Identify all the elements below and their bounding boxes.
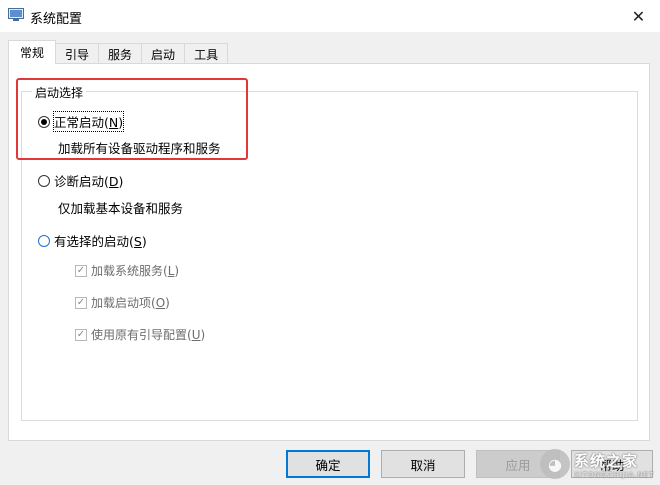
checkmark-icon: ✓ [75, 264, 87, 277]
radio-unselected-icon [38, 174, 50, 187]
normal-startup-description: 加载所有设备驱动程序和服务 [58, 141, 221, 156]
diagnostic-startup-description: 仅加载基本设备和服务 [58, 201, 184, 216]
load-system-services-label: 加载系统服务(L) [91, 264, 180, 278]
close-icon: ✕ [631, 6, 646, 26]
system-config-app-icon [8, 8, 24, 21]
tab-general[interactable]: 常规 [8, 40, 57, 64]
group-legend: 启动选择 [32, 84, 87, 101]
startup-selection-group: 启动选择 正常启动(N) 加载所有设备驱动程序和服务 诊断启动(D) 仅加载基本… [21, 84, 638, 421]
normal-startup-label: 正常启动(N) [52, 111, 125, 132]
tab-services[interactable]: 服务 [98, 43, 143, 64]
radio-selected-icon [38, 115, 50, 128]
general-tab-panel: 启动选择 正常启动(N) 加载所有设备驱动程序和服务 诊断启动(D) 仅加载基本… [8, 63, 650, 441]
diagnostic-startup-radio[interactable]: 诊断启动(D) [38, 171, 123, 190]
selective-startup-radio[interactable]: 有选择的启动(S) [38, 231, 147, 250]
dialog-client-area: 常规 引导 服务 启动 工具 启动选择 正常启动(N) 加载所有设备驱动程序和服… [0, 32, 660, 485]
use-original-boot-config-label: 使用原有引导配置(U) [91, 328, 206, 342]
load-startup-items-label: 加载启动项(O) [91, 296, 170, 310]
apply-button[interactable]: 应用 [476, 450, 560, 478]
diagnostic-startup-label: 诊断启动(D) [54, 174, 124, 189]
load-system-services-checkbox[interactable]: ✓ 加载系统服务(L) [75, 262, 179, 279]
tab-strip: 常规 引导 服务 启动 工具 [8, 40, 229, 64]
title-bar: 系统配置 ✕ [0, 0, 660, 32]
ok-button[interactable]: 确定 [286, 450, 370, 478]
radio-unselected-icon [38, 234, 50, 247]
cancel-button[interactable]: 取消 [381, 450, 465, 478]
load-startup-items-checkbox[interactable]: ✓ 加载启动项(O) [75, 294, 170, 311]
window-title: 系统配置 [30, 12, 83, 27]
help-button[interactable]: 帮助 [571, 450, 653, 478]
close-button[interactable]: ✕ [617, 0, 660, 32]
checkmark-icon: ✓ [75, 328, 87, 341]
checkmark-icon: ✓ [75, 296, 87, 309]
tab-tools[interactable]: 工具 [184, 43, 229, 64]
tab-startup[interactable]: 启动 [141, 43, 186, 64]
selective-startup-label: 有选择的启动(S) [54, 234, 147, 249]
normal-startup-radio[interactable]: 正常启动(N) [38, 111, 125, 132]
use-original-boot-config-checkbox[interactable]: ✓ 使用原有引导配置(U) [75, 326, 205, 343]
tab-boot[interactable]: 引导 [55, 43, 100, 64]
